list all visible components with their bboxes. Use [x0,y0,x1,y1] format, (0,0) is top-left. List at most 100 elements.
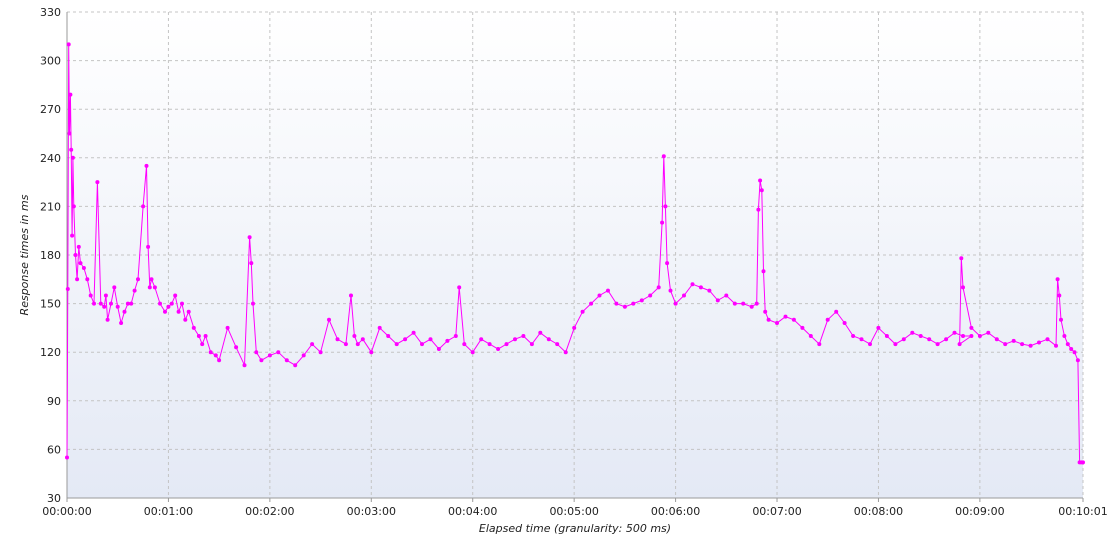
data-point [453,334,458,338]
data-point [707,288,712,293]
data-point [213,353,218,358]
data-point [163,309,167,314]
data-point [791,317,796,322]
data-point [369,350,374,355]
data-point [73,253,78,257]
data-point [959,256,964,261]
data-point [961,334,965,338]
data-point [136,277,140,282]
data-point [521,334,526,338]
x-tick-labels: 00:00:00 00:01:00 00:02:00 00:03:00 00:04:00… [42,505,1107,518]
data-point [335,337,340,342]
data-point [648,293,653,298]
data-point [180,301,184,306]
data-point [158,301,162,306]
y-tick-label: 180 [40,249,61,262]
data-point [122,309,127,314]
data-point [343,342,348,347]
data-point [660,220,665,225]
data-point [196,334,201,338]
data-point [249,261,254,266]
data-point [173,293,178,298]
data-point [98,301,103,306]
data-point [88,293,93,298]
data-point [884,334,889,338]
y-axis-title: Response times in ms [18,194,31,315]
data-point [284,358,289,363]
data-point [254,350,259,355]
data-point [1081,460,1085,465]
data-point [1062,334,1067,338]
data-point [208,350,213,355]
response-time-chart: 30 60 90 120 150 180 210 240 270 300 330 00:00:00 0… [0,0,1120,557]
data-point [310,342,315,347]
x-tick-label: 00:04:00 [448,505,497,518]
data-point [129,301,134,306]
data-point [147,285,152,290]
data-point [572,325,577,330]
data-point [67,131,72,136]
data-point [663,204,668,209]
data-point [690,282,695,287]
x-tick-label: 00:03:00 [347,505,396,518]
data-point [901,337,906,342]
y-tick-label: 270 [40,103,61,116]
data-point [355,342,360,347]
data-point [673,301,678,306]
data-point [479,337,484,342]
data-point [75,277,80,282]
data-point [546,337,551,342]
data-point [69,147,74,152]
data-point [462,342,467,347]
data-point [225,325,230,330]
data-point [698,285,703,290]
data-point [247,235,252,240]
data-point [952,330,957,335]
data-point [944,337,949,342]
data-point [859,337,864,342]
y-tick-label: 330 [40,6,61,19]
data-point [251,301,255,306]
data-point [775,321,779,325]
data-point [918,334,923,338]
data-point [470,350,475,355]
data-point [758,178,763,183]
data-point [65,455,69,460]
data-point [234,345,239,350]
data-point [513,337,517,342]
data-point [800,325,805,330]
y-tick-label: 150 [40,298,61,311]
y-tick-labels: 30 60 90 120 150 180 210 240 270 300 330 [40,6,61,505]
data-point [715,298,720,303]
data-point [1028,343,1033,348]
data-point [436,347,441,351]
data-point [169,301,174,306]
y-tick-label: 30 [47,492,61,505]
data-point [1054,343,1058,348]
data-point [656,285,661,290]
data-point [1059,317,1063,322]
data-point [445,338,450,343]
data-point [614,301,619,306]
data-point [352,334,357,338]
data-point [457,285,462,290]
data-point [318,350,323,355]
y-tick-label: 210 [40,200,61,213]
data-point [504,342,509,347]
data-point [969,334,974,338]
data-point [267,353,272,358]
data-point [349,293,353,298]
data-point [76,244,81,249]
data-point [242,363,247,368]
data-point [766,317,771,322]
x-axis-title: Elapsed time (granularity: 500 ms) [479,522,671,535]
data-point [95,180,100,185]
data-point [994,337,999,342]
data-point [665,261,670,266]
data-point [92,301,96,306]
data-point [386,334,391,338]
x-tick-label: 00:02:00 [245,505,294,518]
data-point [1055,277,1060,282]
data-point [783,314,788,319]
data-point [589,301,594,306]
